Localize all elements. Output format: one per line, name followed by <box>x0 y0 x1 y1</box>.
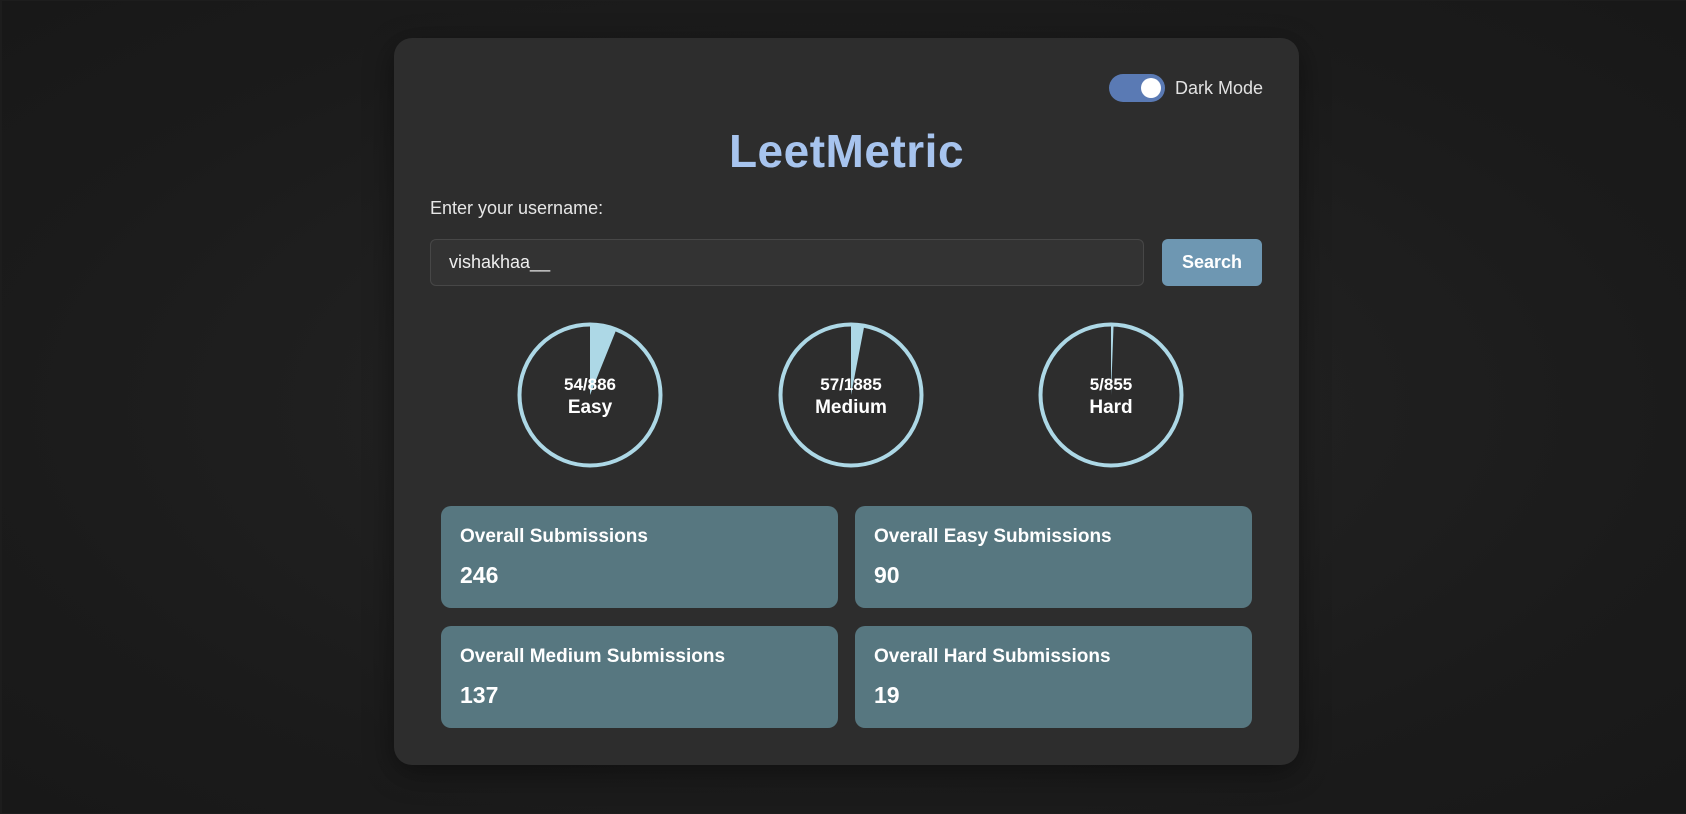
medium-progress-text: 57/1885 Medium <box>777 373 925 419</box>
stat-card-medium-submissions: Overall Medium Submissions 137 <box>441 626 838 728</box>
easy-progress-count: 54/886 <box>564 375 616 394</box>
stat-value: 19 <box>874 682 900 708</box>
hard-progress-text: 5/855 Hard <box>1037 373 1185 419</box>
search-button[interactable]: Search <box>1162 239 1262 286</box>
stat-title: Overall Medium Submissions <box>460 646 726 667</box>
medium-progress-label: Medium <box>815 397 887 418</box>
dark-mode-toggle-group: Dark Mode <box>1108 74 1263 102</box>
hard-progress-label: Hard <box>1089 397 1133 418</box>
dark-mode-toggle[interactable] <box>1108 74 1165 102</box>
easy-progress-circle: 54/886 Easy <box>516 321 664 469</box>
username-input[interactable] <box>430 239 1144 286</box>
medium-progress-circle: 57/1885 Medium <box>777 321 925 469</box>
app-title: LeetMetric <box>728 125 965 177</box>
stat-value: 137 <box>460 682 499 708</box>
username-label: Enter your username: <box>430 198 604 218</box>
easy-progress-text: 54/886 Easy <box>516 373 664 419</box>
stat-card-overall-submissions: Overall Submissions 246 <box>441 506 838 608</box>
dark-mode-label: Dark Mode <box>1174 77 1263 98</box>
page-background: Dark Mode LeetMetric Enter your username… <box>2 1 1686 813</box>
hard-progress-circle: 5/855 Hard <box>1037 321 1185 469</box>
medium-progress-count: 57/1885 <box>820 375 882 394</box>
hard-progress-count: 5/855 <box>1089 375 1133 394</box>
easy-progress-label: Easy <box>567 397 613 418</box>
stat-value: 246 <box>460 562 499 588</box>
toggle-knob <box>1140 78 1161 98</box>
stat-title: Overall Submissions <box>460 526 648 547</box>
stat-card-hard-submissions: Overall Hard Submissions 19 <box>855 626 1252 728</box>
stat-title: Overall Hard Submissions <box>874 646 1111 667</box>
stat-title: Overall Easy Submissions <box>874 526 1112 547</box>
stat-value: 90 <box>874 562 900 588</box>
stat-card-easy-submissions: Overall Easy Submissions 90 <box>855 506 1252 608</box>
main-card: Dark Mode LeetMetric Enter your username… <box>394 38 1299 765</box>
